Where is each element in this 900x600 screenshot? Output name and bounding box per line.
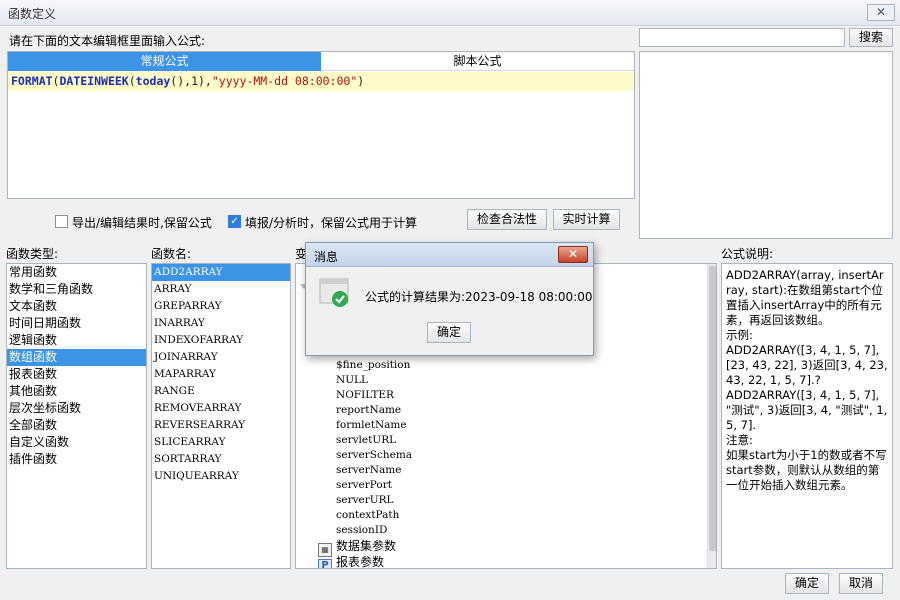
- tree-group-label: 报表参数: [336, 555, 385, 569]
- category-item[interactable]: 逻辑函数: [7, 332, 146, 349]
- window-close-button[interactable]: ✕: [867, 4, 895, 21]
- variable-item[interactable]: serverPort: [296, 478, 706, 493]
- report-params-icon: P: [318, 559, 332, 568]
- category-list: 常用函数 数学和三角函数 文本函数 时间日期函数 逻辑函数 数组函数 报表函数 …: [6, 263, 147, 569]
- search-results-panel: [639, 51, 893, 239]
- variable-item[interactable]: serverURL: [296, 493, 706, 508]
- cancel-button[interactable]: 取消: [839, 573, 883, 594]
- category-item[interactable]: 文本函数: [7, 298, 146, 315]
- message-dialog-titlebar: 消息 ✕: [306, 243, 593, 267]
- description-paragraph: ADD2ARRAY([3, 4, 1, 5, 7], "测试", 3)返回[3,…: [726, 388, 888, 432]
- function-item[interactable]: REMOVEARRAY: [152, 400, 290, 417]
- function-item[interactable]: REVERSEARRAY: [152, 417, 290, 434]
- variable-item[interactable]: reportName: [296, 403, 706, 418]
- category-item[interactable]: 常用函数: [7, 264, 146, 281]
- formula-description: ADD2ARRAY(array, insertArray, start):在数组…: [721, 263, 893, 569]
- description-paragraph: 如果start为小于1的数或者不写start参数，则默认从数组的第一位开始插入数…: [726, 448, 887, 492]
- fill-keep-checkbox[interactable]: ✓: [228, 215, 241, 228]
- function-header: 函数名:: [151, 247, 192, 261]
- search-input[interactable]: [639, 28, 845, 47]
- function-item[interactable]: SLICEARRAY: [152, 434, 290, 451]
- function-item[interactable]: INARRAY: [152, 315, 290, 332]
- category-item[interactable]: 报表函数: [7, 366, 146, 383]
- export-keep-label: 导出/编辑结果时,保留公式: [72, 216, 212, 230]
- description-paragraph: 注意:: [726, 433, 753, 447]
- tree-group-dataset-params[interactable]: ▦ 数据集参数: [296, 538, 706, 557]
- scroll-thumb[interactable]: [709, 266, 716, 551]
- description-paragraph: 示例:: [726, 328, 753, 342]
- formula-paren: ): [357, 74, 365, 88]
- function-item[interactable]: SORTARRAY: [152, 451, 290, 468]
- variable-item[interactable]: contextPath: [296, 508, 706, 523]
- success-icon: [318, 276, 352, 310]
- variable-item[interactable]: serverName: [296, 463, 706, 478]
- variable-item[interactable]: NOFILTER: [296, 388, 706, 403]
- category-item-selected[interactable]: 数组函数: [7, 349, 146, 366]
- function-list: ADD2ARRAY ARRAY GREPARRAY INARRAY INDEXO…: [151, 263, 291, 569]
- formula-paren: (: [128, 74, 136, 88]
- function-item[interactable]: INDEXOFARRAY: [152, 332, 290, 349]
- variable-item[interactable]: formletName: [296, 418, 706, 433]
- function-item[interactable]: JOINARRAY: [152, 349, 290, 366]
- function-item[interactable]: UNIQUEARRAY: [152, 468, 290, 485]
- variable-item[interactable]: NULL: [296, 373, 706, 388]
- category-item[interactable]: 数学和三角函数: [7, 281, 146, 298]
- realtime-calc-button[interactable]: 实时计算: [553, 209, 620, 230]
- function-item[interactable]: RANGE: [152, 383, 290, 400]
- function-item[interactable]: MAPARRAY: [152, 366, 290, 383]
- description-header: 公式说明:: [721, 247, 774, 261]
- message-dialog-close-button[interactable]: ✕: [558, 246, 588, 263]
- category-header: 函数类型:: [6, 247, 59, 261]
- message-text: 公式的计算结果为:2023-09-18 08:00:00: [365, 290, 593, 304]
- tree-group-report-params[interactable]: P 报表参数: [296, 554, 706, 569]
- formula-fn-format: FORMAT: [11, 74, 53, 88]
- category-item[interactable]: 全部函数: [7, 417, 146, 434]
- function-item[interactable]: ARRAY: [152, 281, 290, 298]
- variable-item[interactable]: servletURL: [296, 433, 706, 448]
- category-item[interactable]: 时间日期函数: [7, 315, 146, 332]
- editor-instruction: 请在下面的文本编辑框里面输入公式:: [9, 34, 206, 48]
- formula-args: (),1),: [170, 74, 212, 88]
- message-dialog-title: 消息: [314, 250, 339, 264]
- tree-group-label: 数据集参数: [336, 539, 397, 553]
- category-item[interactable]: 自定义函数: [7, 434, 146, 451]
- export-keep-checkbox[interactable]: [55, 215, 68, 228]
- description-paragraph: ADD2ARRAY([3, 4, 1, 5, 7], [23, 43, 22],…: [726, 343, 888, 387]
- variable-scrollbar[interactable]: [707, 264, 716, 568]
- message-ok-button[interactable]: 确定: [427, 322, 471, 343]
- formula-text[interactable]: FORMAT(DATEINWEEK(today(),1),"yyyy-MM-dd…: [8, 72, 634, 91]
- message-dialog: 消息 ✕ 公式的计算结果为:2023-09-18 08:00:00 确定: [305, 242, 594, 356]
- formula-string: "yyyy-MM-dd 08:00:00": [211, 74, 358, 88]
- fill-keep-label: 填报/分析时，保留公式用于计算: [245, 216, 418, 230]
- category-item[interactable]: 层次坐标函数: [7, 400, 146, 417]
- window-titlebar: 函数定义 ✕: [0, 0, 900, 26]
- formula-fn-dateinweek: DATEINWEEK: [59, 74, 129, 88]
- tab-script-formula[interactable]: 脚本公式: [321, 52, 634, 71]
- variable-item[interactable]: serverSchema: [296, 448, 706, 463]
- variable-item[interactable]: $fine_position: [296, 358, 706, 373]
- search-button[interactable]: 搜索: [849, 28, 893, 47]
- variable-item[interactable]: sessionID: [296, 523, 706, 538]
- tab-normal-formula[interactable]: 常规公式: [8, 52, 321, 71]
- function-item[interactable]: GREPARRAY: [152, 298, 290, 315]
- formula-fn-today: today: [135, 74, 171, 88]
- ok-button[interactable]: 确定: [785, 573, 829, 594]
- category-item[interactable]: 插件函数: [7, 451, 146, 468]
- check-validity-button[interactable]: 检查合法性: [467, 209, 547, 230]
- window-title: 函数定义: [8, 7, 57, 21]
- function-item-selected[interactable]: ADD2ARRAY: [152, 264, 290, 281]
- category-item[interactable]: 其他函数: [7, 383, 146, 400]
- description-paragraph: ADD2ARRAY(array, insertArray, start):在数组…: [726, 268, 884, 327]
